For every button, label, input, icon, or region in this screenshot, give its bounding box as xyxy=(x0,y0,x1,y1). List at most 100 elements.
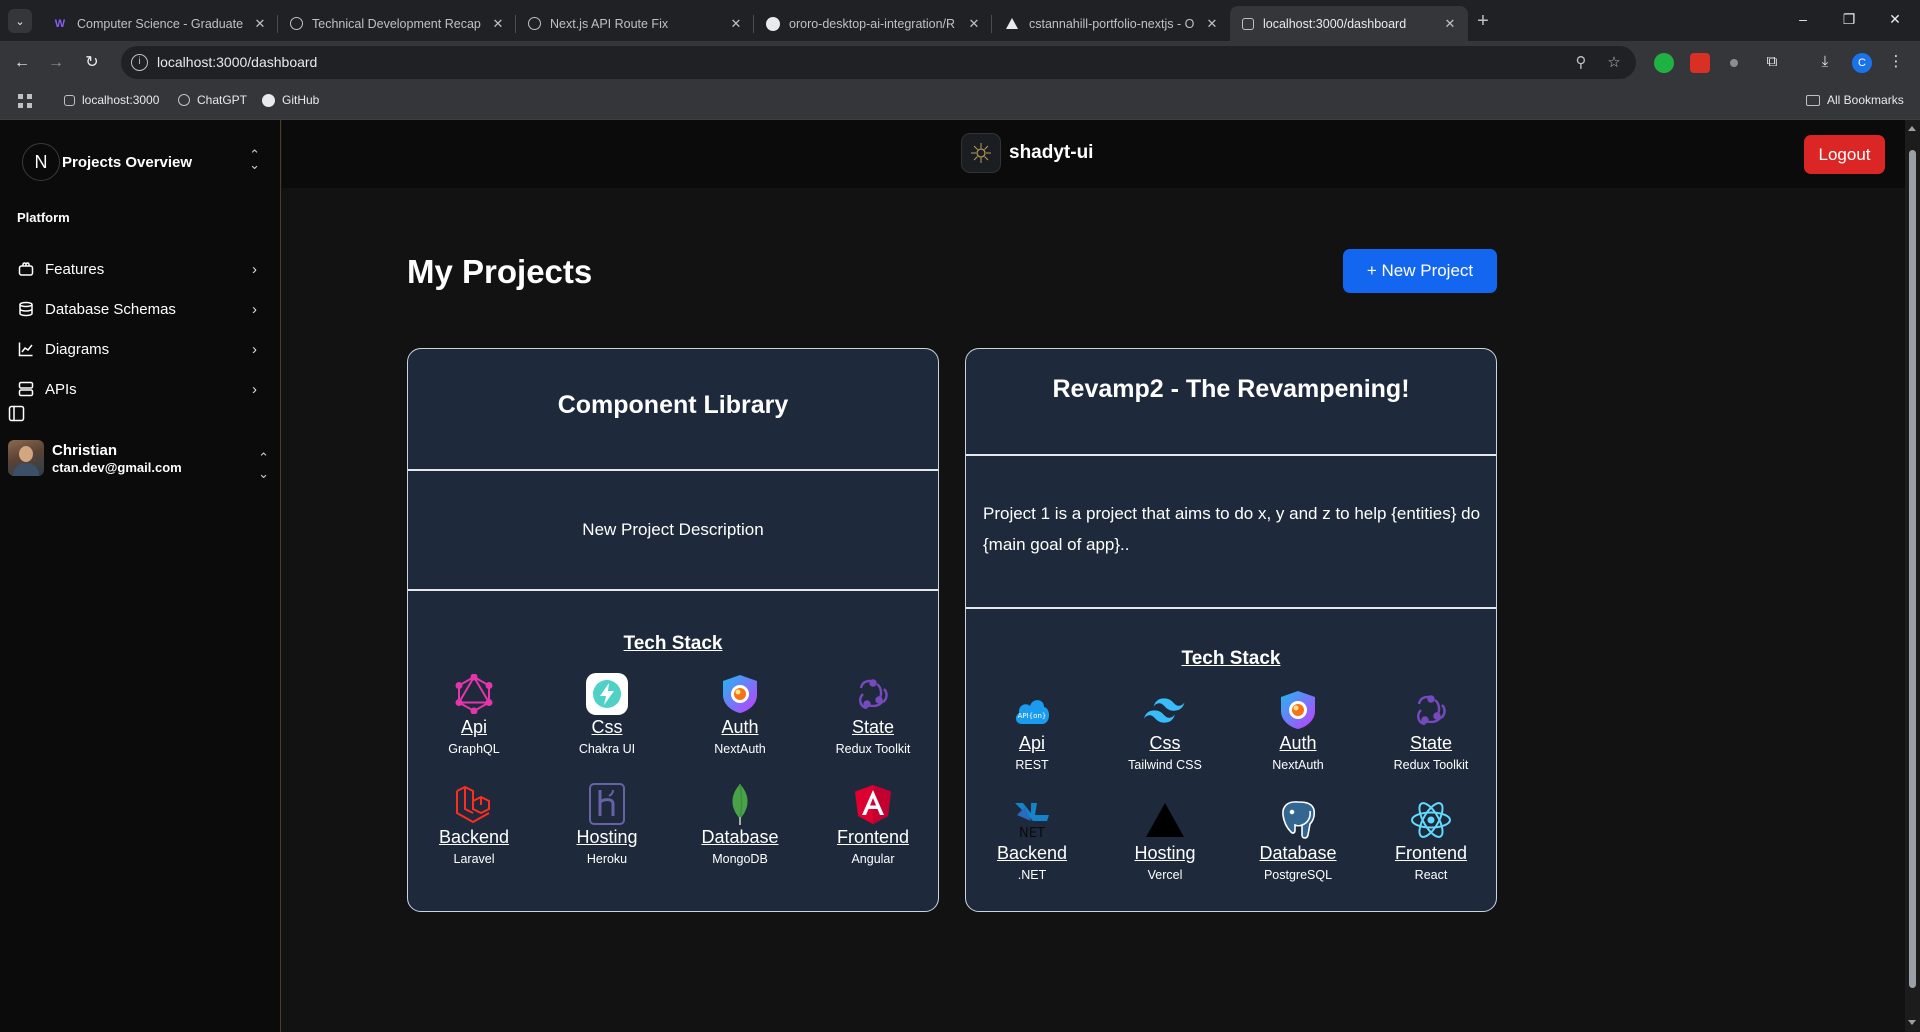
tab-label: localhost:3000/dashboard xyxy=(1263,16,1407,31)
new-tab-button[interactable]: + xyxy=(1472,10,1494,32)
chevron-right-icon: › xyxy=(252,380,257,398)
project-card[interactable]: Component Library New Project Descriptio… xyxy=(407,348,939,912)
profile-avatar[interactable]: C xyxy=(1852,53,1872,73)
close-icon[interactable]: ✕ xyxy=(490,16,506,32)
folder-icon xyxy=(1806,94,1820,106)
restore-button[interactable]: ❐ xyxy=(1826,0,1872,41)
minimize-button[interactable]: – xyxy=(1780,0,1826,41)
react-icon xyxy=(1410,799,1452,841)
close-icon[interactable]: ✕ xyxy=(1442,16,1458,32)
tech-item: NET Backend .NET xyxy=(966,799,1098,882)
scroll-up-arrow[interactable] xyxy=(1908,126,1916,131)
bookmark-label: GitHub xyxy=(282,93,320,107)
browser-tab-active[interactable]: localhost:3000/dashboard ✕ xyxy=(1230,6,1468,41)
sidebar-item-apis[interactable]: APIs › xyxy=(17,373,265,405)
team-switcher[interactable]: N Projects Overview ⌃ ⌄ xyxy=(22,142,266,182)
avatar xyxy=(8,440,44,476)
brand[interactable]: shadyt-ui xyxy=(961,133,1093,173)
scrollbar-thumb[interactable] xyxy=(1909,150,1916,988)
close-icon[interactable]: ✕ xyxy=(252,16,268,32)
redux-icon xyxy=(1410,689,1452,731)
tech-name: Vercel xyxy=(1147,868,1183,882)
tech-name: NextAuth xyxy=(1272,758,1324,772)
sidebar-item-features[interactable]: Features › xyxy=(17,253,265,285)
github-icon xyxy=(262,93,275,107)
localhost-icon xyxy=(64,94,75,106)
w-icon: W xyxy=(54,17,66,30)
kebab-menu-icon[interactable]: ⋮ xyxy=(1886,52,1906,72)
close-icon[interactable]: ✕ xyxy=(728,16,744,32)
rest-api-icon: API{on} xyxy=(1011,689,1053,731)
tech-item: State Redux Toolkit xyxy=(807,673,938,756)
bookmark-localhost[interactable]: localhost:3000 xyxy=(64,93,159,107)
team-logo: N xyxy=(22,143,60,181)
tab-label: Computer Science - Graduate P xyxy=(77,16,246,31)
card-description-section: New Project Description xyxy=(408,471,938,591)
new-project-button[interactable]: + New Project xyxy=(1343,249,1497,293)
url-text[interactable]: localhost:3000/dashboard xyxy=(157,54,317,70)
extension-red-icon[interactable] xyxy=(1690,53,1710,73)
project-title: Revamp2 - The Revampening! xyxy=(1052,375,1410,403)
back-button[interactable]: ← xyxy=(8,49,36,77)
laravel-icon xyxy=(453,783,495,825)
tech-name: Angular xyxy=(851,852,895,866)
chatgpt-icon xyxy=(178,94,190,106)
logout-button[interactable]: Logout xyxy=(1804,135,1885,174)
sidebar-toggle-icon[interactable] xyxy=(8,405,25,422)
tab-search-button[interactable]: ⌄ xyxy=(8,9,32,33)
browser-toolbar: ← → ↻ i localhost:3000/dashboard ⚲ ☆ ⧉ ⤓… xyxy=(0,41,1920,84)
user-name: Christian xyxy=(52,441,118,459)
tech-name: .NET xyxy=(1017,868,1047,882)
tech-category: Api xyxy=(1018,733,1045,753)
tech-name: GraphQL xyxy=(448,742,500,756)
all-bookmarks[interactable]: All Bookmarks xyxy=(1806,93,1904,107)
card-header: Component Library xyxy=(408,349,938,471)
project-description: Project 1 is a project that aims to do x… xyxy=(983,504,1481,554)
browser-tab[interactable]: cstannahill-portfolio-nextjs - O ✕ xyxy=(992,6,1230,41)
tech-name: Redux Toolkit xyxy=(835,742,911,756)
project-description: New Project Description xyxy=(582,520,764,539)
dotnet-icon: NET xyxy=(1011,799,1053,841)
tech-item: Css Tailwind CSS xyxy=(1099,689,1231,772)
sidebar-item-diagrams[interactable]: Diagrams › xyxy=(17,333,265,365)
tech-name: PostgreSQL xyxy=(1263,868,1333,882)
forward-button[interactable]: → xyxy=(42,49,70,77)
tech-name: Redux Toolkit xyxy=(1393,758,1469,772)
tech-item: State Redux Toolkit xyxy=(1365,689,1496,772)
close-icon[interactable]: ✕ xyxy=(966,16,982,32)
app-header: shadyt-ui Logout xyxy=(282,120,1905,188)
browser-tab[interactable]: Next.js API Route Fix ✕ xyxy=(516,6,754,41)
page-scrollbar[interactable] xyxy=(1905,120,1920,1032)
browser-tab[interactable]: W Computer Science - Graduate P ✕ xyxy=(40,6,278,41)
extensions-puzzle-icon[interactable]: ⧉ xyxy=(1762,52,1782,72)
browser-tab[interactable]: Technical Development Recap ✕ xyxy=(278,6,516,41)
apps-grid-icon[interactable] xyxy=(18,94,32,108)
zoom-icon[interactable]: ⚲ xyxy=(1571,53,1591,73)
browser-tab[interactable]: ororo-desktop-ai-integration/R ✕ xyxy=(754,6,992,41)
extension-gray-icon[interactable] xyxy=(1730,59,1738,67)
tech-name: Laravel xyxy=(453,852,495,866)
reload-button[interactable]: ↻ xyxy=(78,49,106,77)
user-menu[interactable]: Christian ctan.dev@gmail.com ⌃ ⌄ xyxy=(8,438,273,481)
download-icon[interactable]: ⤓ xyxy=(1815,52,1835,72)
extension-green-icon[interactable] xyxy=(1654,53,1674,73)
heroku-icon xyxy=(586,783,628,825)
redux-icon xyxy=(852,673,894,715)
window-close-button[interactable]: ✕ xyxy=(1872,0,1918,41)
site-info-icon[interactable]: i xyxy=(131,54,148,71)
project-card[interactable]: Revamp2 - The Revampening! Project 1 is … xyxy=(965,348,1497,912)
bookmark-chatgpt[interactable]: ChatGPT xyxy=(178,93,247,107)
bookmark-star-icon[interactable]: ☆ xyxy=(1604,53,1624,73)
scroll-down-arrow[interactable] xyxy=(1908,1020,1916,1025)
close-icon[interactable]: ✕ xyxy=(1204,16,1220,32)
address-bar[interactable]: i localhost:3000/dashboard ⚲ ☆ xyxy=(121,46,1636,79)
card-description-section: Project 1 is a project that aims to do x… xyxy=(966,456,1496,609)
sidebar-item-database-schemas[interactable]: Database Schemas › xyxy=(17,293,265,325)
tech-item: Hosting Vercel xyxy=(1099,799,1231,882)
svg-text:API{on}: API{on} xyxy=(1018,712,1047,720)
tech-category: Css xyxy=(1149,733,1181,753)
tech-item: Hosting Heroku xyxy=(541,783,673,866)
nextauth-icon xyxy=(1277,689,1319,731)
page-title: My Projects xyxy=(407,253,593,290)
bookmark-github[interactable]: GitHub xyxy=(262,93,319,107)
